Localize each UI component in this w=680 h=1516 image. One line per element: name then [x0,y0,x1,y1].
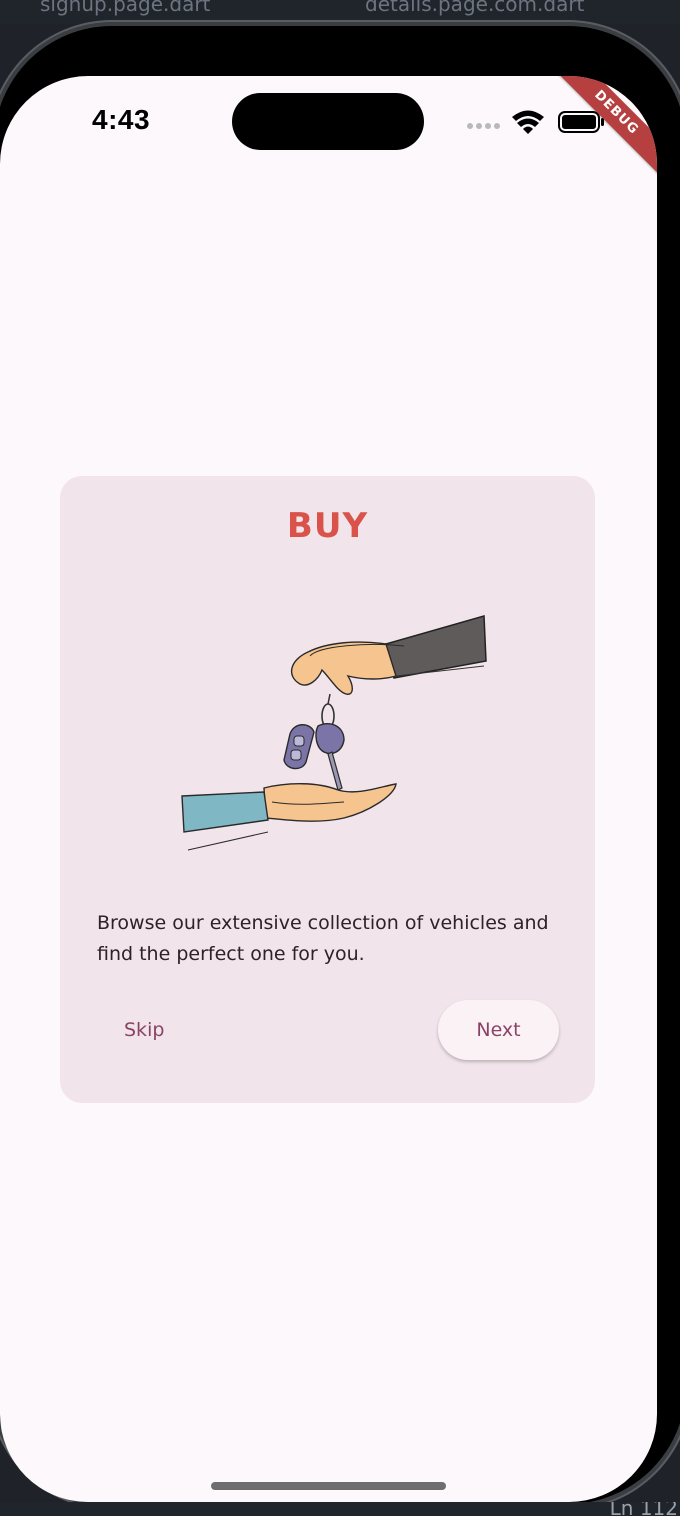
editor-tab-strip: signup.page.dart details.page.com.dart [0,0,680,24]
dynamic-island [232,93,424,150]
status-time: 4:43 [92,104,151,135]
home-indicator[interactable] [211,1482,446,1490]
editor-footer-text: Ln 112 [609,1502,678,1516]
signal-dots-icon [467,123,500,129]
hands-car-keys-illustration [168,606,498,860]
editor-tab-details: details.page.com.dart [365,0,585,16]
phone-screen: 4:43 DEBUG BUY Browse our extensive coll… [0,76,657,1502]
skip-button[interactable]: Skip [104,1004,184,1056]
editor-tab-signup: signup.page.dart [40,0,211,16]
phone-frame: 4:43 DEBUG BUY Browse our extensive coll… [0,26,680,1504]
next-button[interactable]: Next [438,1000,559,1060]
battery-icon [558,111,604,133]
editor-status-footer: Ln 112 [0,1502,680,1516]
onboarding-card: BUY Browse our extensive collection of v… [60,476,595,1103]
card-title: BUY [286,506,369,546]
wifi-icon [512,110,544,134]
card-description: Browse our extensive collection of vehic… [97,912,549,965]
